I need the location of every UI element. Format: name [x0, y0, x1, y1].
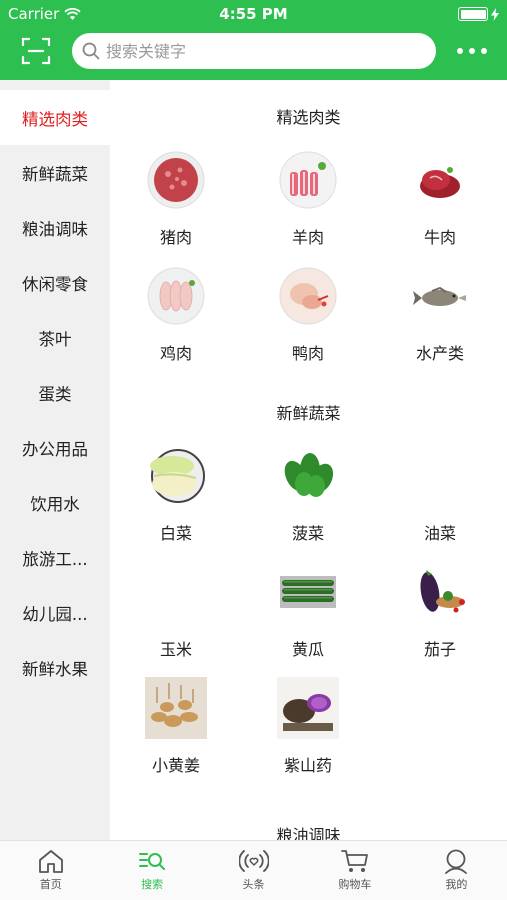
sidebar-item-eggs[interactable]: 蛋类	[0, 365, 110, 420]
vegetables-grid: 白菜 菠菜 油菜 玉米 黄瓜 茄子 小黄姜 紫山药	[110, 438, 507, 786]
sidebar-item-travel[interactable]: 旅游工...	[0, 530, 110, 585]
dot-icon	[469, 48, 475, 54]
tab-headlines[interactable]: 头条	[203, 841, 304, 900]
fish-image	[408, 264, 472, 328]
sidebar-item-meat[interactable]: 精选肉类	[0, 90, 110, 145]
tab-profile[interactable]: 我的	[406, 841, 507, 900]
search-input[interactable]	[106, 41, 406, 61]
sidebar-item-grain-oil[interactable]: 粮油调味	[0, 200, 110, 255]
home-icon	[38, 850, 63, 873]
profile-icon	[445, 849, 468, 874]
beef-image	[408, 148, 472, 212]
search-list-icon	[139, 853, 166, 870]
tab-label: 我的	[445, 878, 468, 891]
product-item-chicken[interactable]: 鸡肉	[110, 258, 242, 374]
scan-button[interactable]	[18, 33, 54, 69]
search-icon	[82, 42, 100, 60]
section-title-vegetables: 新鲜蔬菜	[276, 404, 341, 423]
empty-image	[408, 444, 472, 508]
app-header: Carrier 4:55 PM	[0, 0, 507, 80]
purple-yam-image	[276, 676, 340, 740]
product-label: 小黄姜	[151, 756, 200, 775]
product-label: 菠菜	[291, 524, 324, 543]
status-time: 4:55 PM	[219, 5, 288, 23]
product-item-ginger[interactable]: 小黄姜	[110, 670, 242, 786]
product-item-lamb[interactable]: 羊肉	[242, 142, 374, 258]
product-label: 鸭肉	[291, 344, 324, 363]
more-options-button[interactable]	[457, 40, 487, 62]
product-item-cucumber[interactable]: 黄瓜	[242, 554, 374, 670]
product-label: 羊肉	[291, 228, 324, 247]
section-title-grain-oil: 粮油调味	[276, 826, 341, 840]
product-label: 鸡肉	[159, 344, 192, 363]
category-content: 精选肉类 猪肉 羊肉 牛肉 鸡肉 鸭肉 水产类 新鲜蔬菜 白菜 菠菜 油菜 玉米…	[110, 80, 507, 840]
tab-label: 头条	[242, 878, 265, 891]
product-item-duck[interactable]: 鸭肉	[242, 258, 374, 374]
status-bar: Carrier 4:55 PM	[0, 0, 507, 28]
sidebar-item-fruit[interactable]: 新鲜水果	[0, 640, 110, 695]
product-label: 茄子	[423, 640, 456, 659]
battery-indicator	[458, 7, 499, 21]
scan-icon	[21, 37, 51, 65]
product-item-corn[interactable]: 玉米	[110, 554, 242, 670]
search-bar[interactable]	[72, 33, 436, 69]
sidebar-item-vegetables[interactable]: 新鲜蔬菜	[0, 145, 110, 200]
tab-search[interactable]: 搜索	[101, 841, 202, 900]
duck-image	[276, 264, 340, 328]
sidebar-item-snacks[interactable]: 休闲零食	[0, 255, 110, 310]
product-label: 牛肉	[423, 228, 456, 247]
sidebar-item-water[interactable]: 饮用水	[0, 475, 110, 530]
tab-label: 购物车	[338, 878, 372, 891]
cart-icon	[341, 850, 368, 872]
ginger-image	[144, 676, 208, 740]
sidebar-item-tea[interactable]: 茶叶	[0, 310, 110, 365]
tab-home[interactable]: 首页	[0, 841, 101, 900]
product-label: 水产类	[415, 344, 464, 363]
eggplant-image	[408, 560, 472, 624]
product-label: 油菜	[423, 524, 456, 543]
product-label: 玉米	[159, 640, 192, 659]
ground-pork-image	[144, 148, 208, 212]
cucumber-image	[276, 560, 340, 624]
empty-image	[144, 560, 208, 624]
tab-label: 首页	[39, 878, 62, 891]
broadcast-icon	[238, 850, 269, 872]
product-item-cabbage[interactable]: 白菜	[110, 438, 242, 554]
product-item-beef[interactable]: 牛肉	[374, 142, 506, 258]
section-title-meat: 精选肉类	[276, 108, 341, 127]
dot-icon	[457, 48, 463, 54]
product-label: 白菜	[159, 524, 192, 543]
product-item-rape[interactable]: 油菜	[374, 438, 506, 554]
spinach-image	[276, 444, 340, 508]
battery-icon	[458, 7, 488, 21]
product-item-pork[interactable]: 猪肉	[110, 142, 242, 258]
cabbage-image	[144, 444, 208, 508]
category-sidebar: 精选肉类 新鲜蔬菜 粮油调味 休闲零食 茶叶 蛋类 办公用品 饮用水 旅游工..…	[0, 80, 110, 840]
bottom-tab-bar: 首页 搜索 头条 购物车 我的	[0, 840, 507, 900]
charging-bolt-icon	[491, 7, 499, 21]
tab-label: 搜索	[141, 878, 164, 891]
sidebar-item-office[interactable]: 办公用品	[0, 420, 110, 475]
product-item-spinach[interactable]: 菠菜	[242, 438, 374, 554]
product-item-seafood[interactable]: 水产类	[374, 258, 506, 374]
chicken-wings-image	[144, 264, 208, 328]
tab-cart[interactable]: 购物车	[304, 841, 405, 900]
sidebar-item-kindergarten[interactable]: 幼儿园...	[0, 585, 110, 640]
product-label: 猪肉	[159, 228, 192, 247]
dot-icon	[481, 48, 487, 54]
lamb-rolls-image	[276, 148, 340, 212]
product-item-purple-yam[interactable]: 紫山药	[242, 670, 374, 786]
product-label: 黄瓜	[291, 640, 324, 659]
product-item-eggplant[interactable]: 茄子	[374, 554, 506, 670]
product-label: 紫山药	[283, 756, 332, 775]
meat-grid: 猪肉 羊肉 牛肉 鸡肉 鸭肉 水产类	[110, 142, 507, 374]
